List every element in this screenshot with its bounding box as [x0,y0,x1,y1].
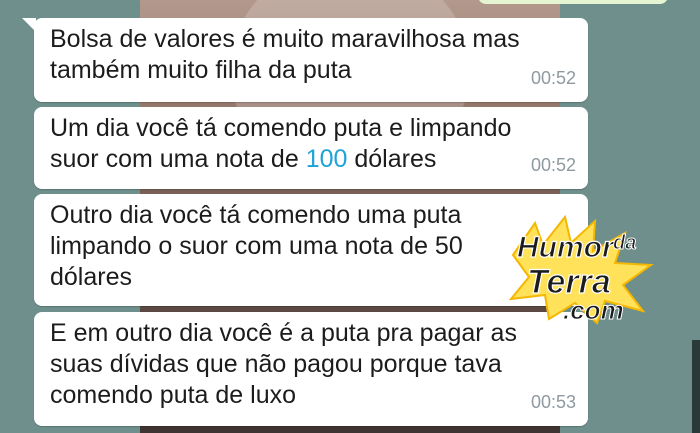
highlighted-number[interactable]: 100 [306,145,348,173]
message-timestamp: 00:52 [530,68,576,88]
message-text-line: dólares [50,263,132,291]
message-timestamp: 00:52 [530,155,576,175]
logo-word-da: da [613,232,636,254]
message-text-segment: dólares [347,145,437,173]
message-text-segment: suor com uma nota de [50,145,306,173]
message-bubble-4[interactable]: E em outro dia você é a puta pra pagar a… [34,312,588,426]
message-text-line: E em outro dia você é a puta pra pagar a… [50,319,517,347]
message-text-line: limpando o suor com uma nota de 50 [50,232,463,260]
message-text-line: suas dívidas que não pagou porque tava [50,350,502,378]
previous-message-edge [478,0,668,4]
window-edge [692,340,700,433]
message-bubble-2[interactable]: Um dia você tá comendo puta e limpando s… [34,107,588,189]
logo-word-humor: Humor [517,231,616,264]
message-timestamp: 00:53 [530,392,576,412]
message-text-line: também muito filha da puta [50,56,352,84]
message-text-line: comendo puta de luxo [50,381,297,409]
message-text-line: Um dia você tá comendo puta e limpando [50,114,512,142]
message-text-line: Outro dia você tá comendo uma puta [50,201,462,229]
watermark-logo: Humor da Terra .com [508,215,654,325]
message-bubble-1[interactable]: Bolsa de valores é muito maravilhosa mas… [22,18,588,102]
bubble-tail [22,18,36,32]
message-text-line: suor com uma nota de 100 dólares [50,144,574,175]
logo-word-com: .com [563,295,624,325]
message-text-line: Bolsa de valores é muito maravilhosa mas [50,25,520,53]
